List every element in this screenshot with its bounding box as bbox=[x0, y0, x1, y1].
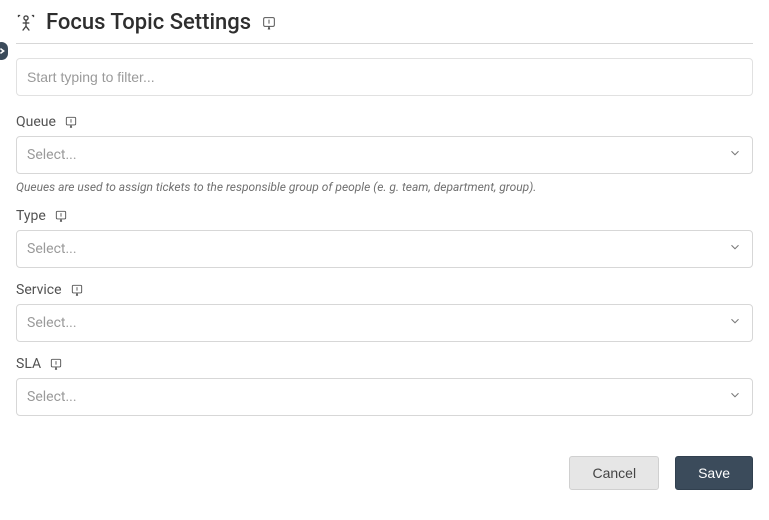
queue-label: Queue bbox=[16, 114, 56, 130]
user-focus-icon bbox=[16, 13, 36, 33]
type-label: Type bbox=[16, 208, 46, 224]
sla-select[interactable]: Select... bbox=[16, 378, 753, 416]
type-select[interactable]: Select... bbox=[16, 230, 753, 268]
cancel-button[interactable]: Cancel bbox=[569, 456, 659, 490]
chevron-down-icon bbox=[728, 146, 742, 164]
field-type: Type Select... bbox=[16, 208, 753, 268]
chevron-down-icon bbox=[728, 388, 742, 406]
service-help-icon[interactable] bbox=[70, 283, 84, 297]
field-sla: SLA Select... bbox=[16, 356, 753, 416]
page-header: Focus Topic Settings bbox=[16, 10, 753, 44]
queue-hint: Queues are used to assign tickets to the… bbox=[16, 180, 753, 194]
sla-help-icon[interactable] bbox=[49, 357, 63, 371]
field-queue: Queue Select... Queues are used to assig… bbox=[16, 114, 753, 194]
service-label: Service bbox=[16, 282, 62, 298]
save-button[interactable]: Save bbox=[675, 456, 753, 490]
queue-help-icon[interactable] bbox=[64, 115, 78, 129]
filter-input[interactable] bbox=[16, 58, 753, 96]
header-help-icon[interactable] bbox=[261, 15, 277, 31]
service-select-placeholder: Select... bbox=[27, 315, 77, 331]
page-title: Focus Topic Settings bbox=[46, 10, 251, 35]
queue-select[interactable]: Select... bbox=[16, 136, 753, 174]
sla-label: SLA bbox=[16, 356, 41, 372]
type-help-icon[interactable] bbox=[54, 209, 68, 223]
footer-actions: Cancel Save bbox=[16, 456, 753, 490]
chevron-down-icon bbox=[728, 314, 742, 332]
side-expand-handle[interactable] bbox=[0, 42, 8, 60]
service-select[interactable]: Select... bbox=[16, 304, 753, 342]
field-service: Service Select... bbox=[16, 282, 753, 342]
sla-select-placeholder: Select... bbox=[27, 389, 77, 405]
queue-select-placeholder: Select... bbox=[27, 147, 77, 163]
chevron-down-icon bbox=[728, 240, 742, 258]
type-select-placeholder: Select... bbox=[27, 241, 77, 257]
